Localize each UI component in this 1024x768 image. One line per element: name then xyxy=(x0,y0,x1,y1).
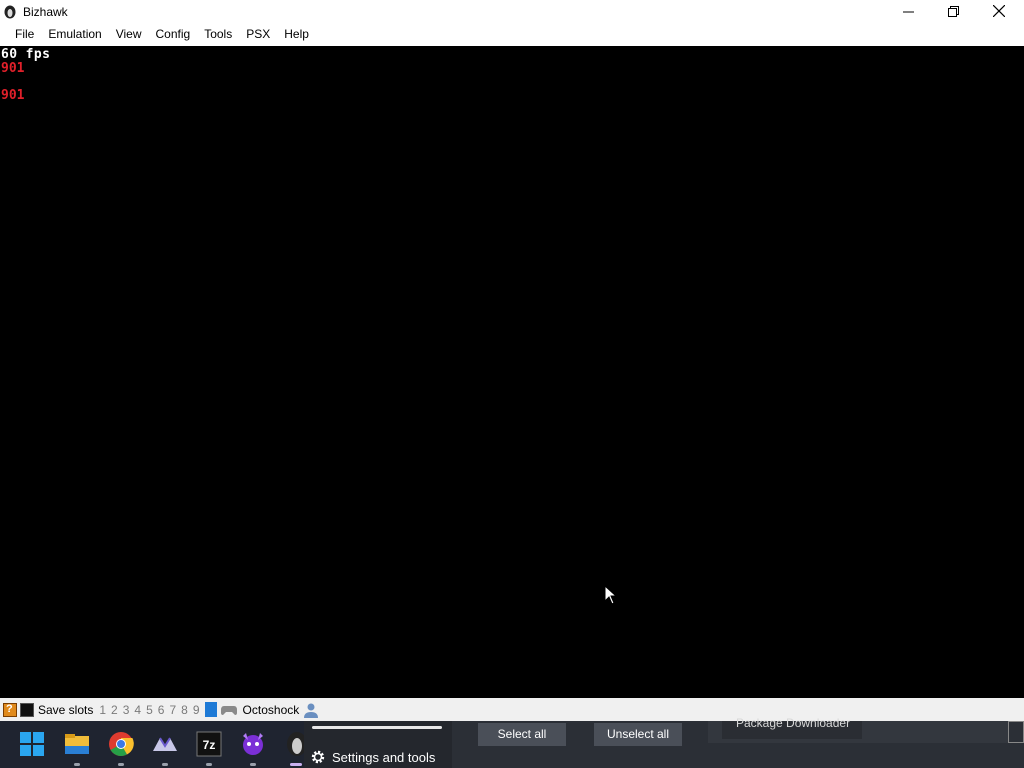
bizhawk-app-icon xyxy=(4,5,16,18)
menu-tools[interactable]: Tools xyxy=(197,23,239,46)
save-slot-1[interactable]: 1 xyxy=(99,703,106,717)
user-icon[interactable] xyxy=(303,702,319,718)
settings-panel: Settings and tools xyxy=(304,721,452,768)
save-slot-active[interactable] xyxy=(204,702,217,717)
windows-start-icon[interactable] xyxy=(19,731,45,757)
close-button[interactable] xyxy=(976,0,1022,22)
save-slot-9[interactable]: 9 xyxy=(193,703,200,717)
file-explorer-icon[interactable] xyxy=(64,731,90,757)
save-slot-2[interactable]: 2 xyxy=(111,703,118,717)
taskbar-indicator xyxy=(162,763,168,766)
package-checkbox[interactable] xyxy=(1008,721,1024,743)
taskbar-indicator xyxy=(74,763,80,766)
game-app-icon[interactable] xyxy=(240,731,266,757)
menu-file[interactable]: File xyxy=(8,23,41,46)
save-slot-7[interactable]: 7 xyxy=(169,703,176,717)
save-slot-3[interactable]: 3 xyxy=(123,703,130,717)
overlay-popup: Settings and tools Select all Unselect a… xyxy=(304,716,1024,768)
minimize-icon xyxy=(902,11,914,12)
taskbar-indicator xyxy=(118,763,124,766)
taskbar-active-indicator xyxy=(290,763,302,766)
title-bar: Bizhawk xyxy=(0,0,1024,23)
settings-and-tools-button[interactable]: Settings and tools xyxy=(332,750,435,765)
core-label: Octoshock xyxy=(242,702,300,717)
restore-icon xyxy=(947,5,959,17)
menu-help[interactable]: Help xyxy=(277,23,316,46)
gear-icon xyxy=(311,750,325,764)
window-title: Bizhawk xyxy=(23,4,68,19)
save-slot-4[interactable]: 4 xyxy=(134,703,141,717)
warning-icon[interactable]: ? xyxy=(3,702,17,717)
taskbar-indicator xyxy=(206,763,212,766)
lag-counter: 901 xyxy=(1,88,25,103)
status-bar: ? Save slots 1 2 3 4 5 6 7 8 9 Octoshock xyxy=(0,698,1024,721)
taskbar-indicator xyxy=(250,763,256,766)
minimize-button[interactable] xyxy=(885,0,931,22)
mouse-cursor-icon xyxy=(604,585,618,605)
restore-button[interactable] xyxy=(930,0,976,22)
progress-bar xyxy=(312,726,442,729)
menu-psx[interactable]: PSX xyxy=(239,23,277,46)
screen-icon xyxy=(20,702,34,717)
menu-config[interactable]: Config xyxy=(149,23,198,46)
app-icon[interactable] xyxy=(152,731,178,757)
frame-counter: 901 xyxy=(1,61,25,76)
menu-emulation[interactable]: Emulation xyxy=(41,23,108,46)
svg-text:7z: 7z xyxy=(203,738,216,752)
gamepad-icon[interactable] xyxy=(220,704,237,716)
menu-view[interactable]: View xyxy=(109,23,149,46)
unselect-all-button[interactable]: Unselect all xyxy=(594,723,682,746)
chrome-icon[interactable] xyxy=(108,731,134,757)
save-slot-6[interactable]: 6 xyxy=(158,703,165,717)
select-all-button[interactable]: Select all xyxy=(478,723,566,746)
package-downloader-label[interactable]: Package Downloader xyxy=(736,716,850,730)
save-slot-8[interactable]: 8 xyxy=(181,703,188,717)
save-slots-label: Save slots xyxy=(38,702,94,717)
menu-bar: File Emulation View Config Tools PSX Hel… xyxy=(0,23,1024,46)
close-icon xyxy=(993,5,1005,17)
save-slot-5[interactable]: 5 xyxy=(146,703,153,717)
7zip-icon[interactable]: 7z xyxy=(196,731,222,757)
emulator-screen[interactable]: 60 fps 901 901 xyxy=(0,46,1024,698)
fps-counter: 60 fps xyxy=(1,47,51,62)
